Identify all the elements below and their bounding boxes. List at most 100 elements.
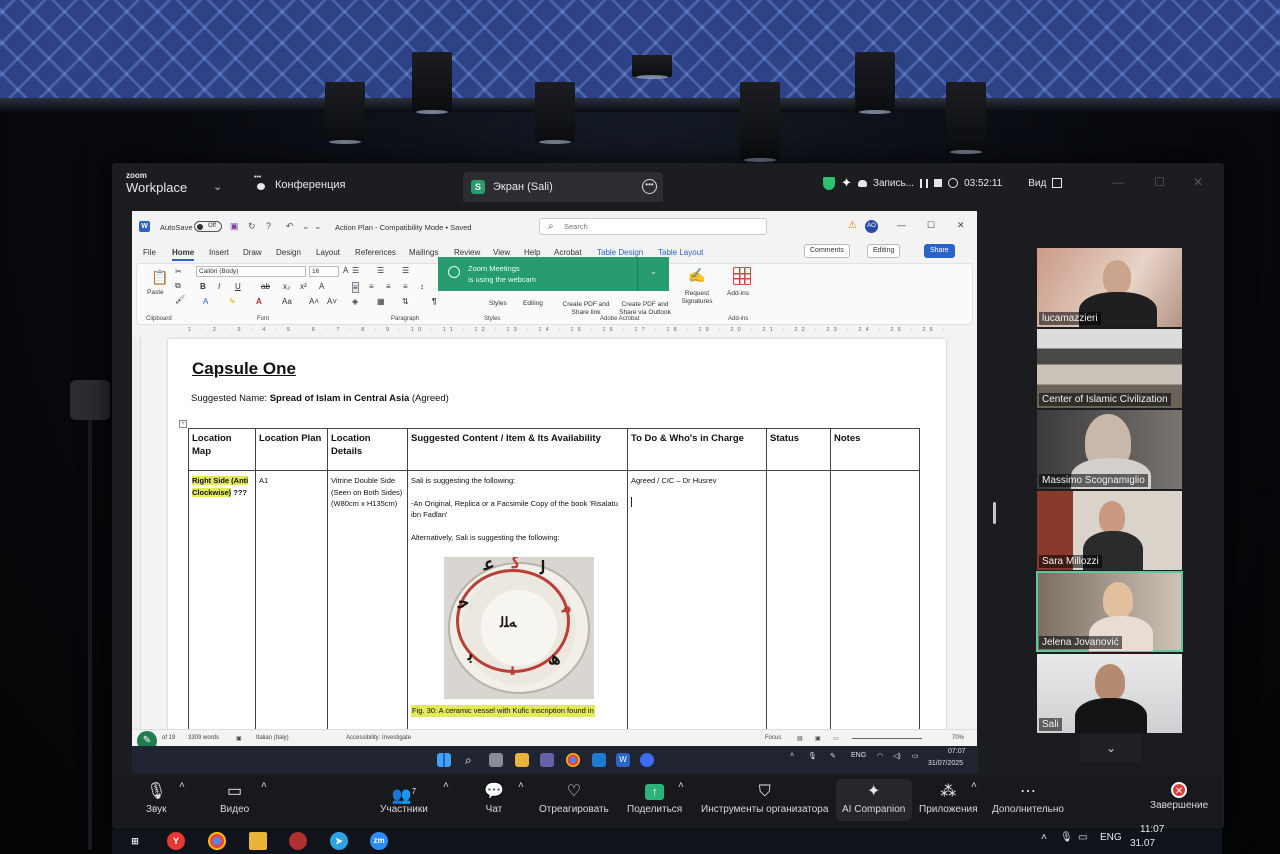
shrink-font-icon[interactable]: A˅ [327, 297, 337, 306]
print-layout-icon[interactable]: ▣ [815, 735, 821, 742]
menu-help[interactable]: Help [524, 248, 540, 257]
zoom-app-icon[interactable]: zm [370, 832, 388, 850]
accessibility-label[interactable]: Accessibility: Investigate [346, 735, 411, 741]
share-button[interactable]: Share [924, 244, 955, 258]
zoom-slider[interactable] [852, 738, 922, 739]
chrome-icon[interactable] [566, 753, 580, 767]
apps-button[interactable]: ⁂ Приложения [919, 780, 978, 815]
share-tab[interactable]: S Экран (Sali) ••• [463, 172, 663, 202]
chevron-down-icon[interactable]: ⌄ [1081, 734, 1141, 762]
windows-start-icon[interactable] [437, 753, 451, 767]
meeting-menu[interactable]: Конференция [254, 174, 345, 191]
table-cell[interactable]: A1 [255, 470, 328, 741]
warning-icon[interactable]: ⚠ [848, 220, 857, 231]
chevron-up-icon[interactable]: ˄ [179, 780, 185, 791]
word-count[interactable]: 3309 words [188, 735, 219, 741]
split-drag-handle[interactable] [993, 502, 996, 524]
chevron-down-icon[interactable]: ⌄ [637, 257, 669, 291]
ai-companion-button[interactable]: ✦ AI Companion [842, 780, 905, 815]
taskbar-language[interactable]: ENG [851, 752, 866, 759]
network-icon[interactable]: ▭ [1078, 832, 1087, 843]
menu-file[interactable]: File [143, 248, 156, 257]
zoom-level[interactable]: 70% [952, 735, 964, 741]
menu-view[interactable]: View [493, 248, 510, 257]
telegram-icon[interactable]: ➤ [330, 832, 348, 850]
editing-label[interactable]: Editing [523, 300, 543, 308]
format-painter-icon[interactable]: 🖌 [175, 295, 185, 304]
menu-table-layout[interactable]: Table Layout [658, 248, 703, 257]
styles-label[interactable]: Styles [489, 300, 507, 308]
strikethrough-icon[interactable]: ab [261, 282, 270, 291]
chevron-up-icon[interactable]: ˄ [678, 780, 684, 791]
underline-icon[interactable]: U [235, 282, 241, 291]
align-left-icon[interactable]: ≡ [352, 282, 359, 293]
audio-button[interactable]: 🎙 Звук [146, 780, 167, 815]
chevron-up-icon[interactable]: ˄ [443, 780, 449, 791]
chevron-down-icon[interactable]: ⌄ [302, 221, 310, 232]
table-cell[interactable]: Agreed / CIC – Dr Husrev [627, 470, 767, 741]
file-explorer-icon[interactable] [515, 753, 529, 767]
grow-font-icon[interactable]: A˄ [309, 297, 319, 306]
taskbar-time[interactable]: 07:07 [948, 748, 966, 755]
customize-icon[interactable]: ⌄ [314, 221, 322, 232]
text-effects-icon[interactable]: A [203, 297, 208, 306]
align-right-icon[interactable]: ≡ [386, 282, 391, 291]
table-cell[interactable]: Vitrine Double Side (Seen on Both Sides)… [327, 470, 408, 741]
more-icon[interactable]: ••• [642, 179, 657, 194]
app-icon[interactable] [289, 832, 307, 850]
proofing-icon[interactable]: ▣ [236, 735, 242, 742]
web-layout-icon[interactable]: ▭ [833, 735, 839, 742]
more-button[interactable]: ⋯ Дополнительно [992, 780, 1064, 815]
change-case-icon[interactable]: Aa [282, 297, 292, 306]
minimize-icon[interactable]: — [1112, 175, 1124, 189]
menu-design[interactable]: Design [276, 248, 301, 257]
zoom-taskbar-icon[interactable] [640, 753, 654, 767]
battery-icon[interactable]: ▭ [912, 752, 919, 760]
search-icon[interactable]: ⌕ [465, 753, 479, 767]
font-size-select[interactable]: 16 [309, 266, 339, 277]
sort-icon[interactable]: ⇅ [402, 297, 409, 306]
undo-icon[interactable]: ↶ [286, 221, 294, 232]
menu-mailings[interactable]: Mailings [409, 248, 438, 257]
participant-tile[interactable]: Sali [1037, 654, 1182, 733]
tray-arrow-icon[interactable]: ˄ [790, 752, 794, 759]
wifi-icon[interactable]: ◠ [877, 752, 883, 760]
webcam-notification[interactable]: Zoom Meetings is using the webcam ⌄ [438, 257, 669, 291]
minimize-icon[interactable]: — [897, 220, 906, 230]
word-taskbar-icon[interactable]: W [616, 753, 630, 767]
react-button[interactable]: ♡ Отреагировать [539, 780, 609, 815]
copy-icon[interactable]: ⧉ [175, 281, 181, 291]
menu-insert[interactable]: Insert [209, 248, 229, 257]
read-mode-icon[interactable]: ▤ [797, 735, 803, 742]
menu-review[interactable]: Review [454, 248, 480, 257]
host-date[interactable]: 31.07 [1130, 838, 1155, 849]
ai-spark-icon[interactable]: ✦ [841, 175, 852, 191]
participant-tile-active-speaker[interactable]: Jelena Jovanović [1036, 571, 1183, 652]
menu-draw[interactable]: Draw [243, 248, 262, 257]
ceramic-vessel-image[interactable]: ﻋ ﮐ ﻟ ﺣ ﻣ ﻪﻠﻟ ﺑ ﯾ ﮪ [444, 557, 594, 699]
chevron-down-icon[interactable]: ⌄ [213, 180, 222, 193]
table-move-handle-icon[interactable]: + [179, 420, 187, 428]
view-label[interactable]: Вид [1028, 178, 1046, 189]
pilcrow-icon[interactable]: ¶ [432, 297, 436, 306]
paste-label[interactable]: Paste [147, 289, 164, 297]
outlook-icon[interactable] [592, 753, 606, 767]
maximize-icon[interactable]: ☐ [1154, 175, 1165, 189]
comments-button[interactable]: Comments [804, 244, 850, 258]
task-view-icon[interactable] [489, 753, 503, 767]
create-pdf-outlook-label[interactable]: Create PDF and Share via Outlook [614, 301, 676, 317]
paste-icon[interactable]: 📋 [151, 269, 168, 286]
menu-layout[interactable]: Layout [316, 248, 340, 257]
participant-tile[interactable]: Sara Millozzi [1037, 491, 1182, 570]
participant-tile[interactable]: Center of Islamic Civilization [1037, 329, 1182, 408]
line-spacing-icon[interactable]: ↕ [420, 282, 424, 291]
shading-icon[interactable]: ◈ [352, 297, 358, 306]
editing-button[interactable]: Editing [867, 244, 901, 258]
participant-tile[interactable]: lucamazzieri [1037, 248, 1182, 327]
menu-table-design[interactable]: Table Design [597, 248, 643, 257]
grid-view-icon[interactable] [1052, 178, 1063, 188]
subscript-icon[interactable]: x₂ [283, 282, 290, 291]
table-cell[interactable]: Sali is suggesting the following: -An Or… [407, 470, 628, 741]
chevron-up-icon[interactable]: ˄ [971, 780, 977, 791]
table-cell[interactable] [766, 470, 831, 741]
